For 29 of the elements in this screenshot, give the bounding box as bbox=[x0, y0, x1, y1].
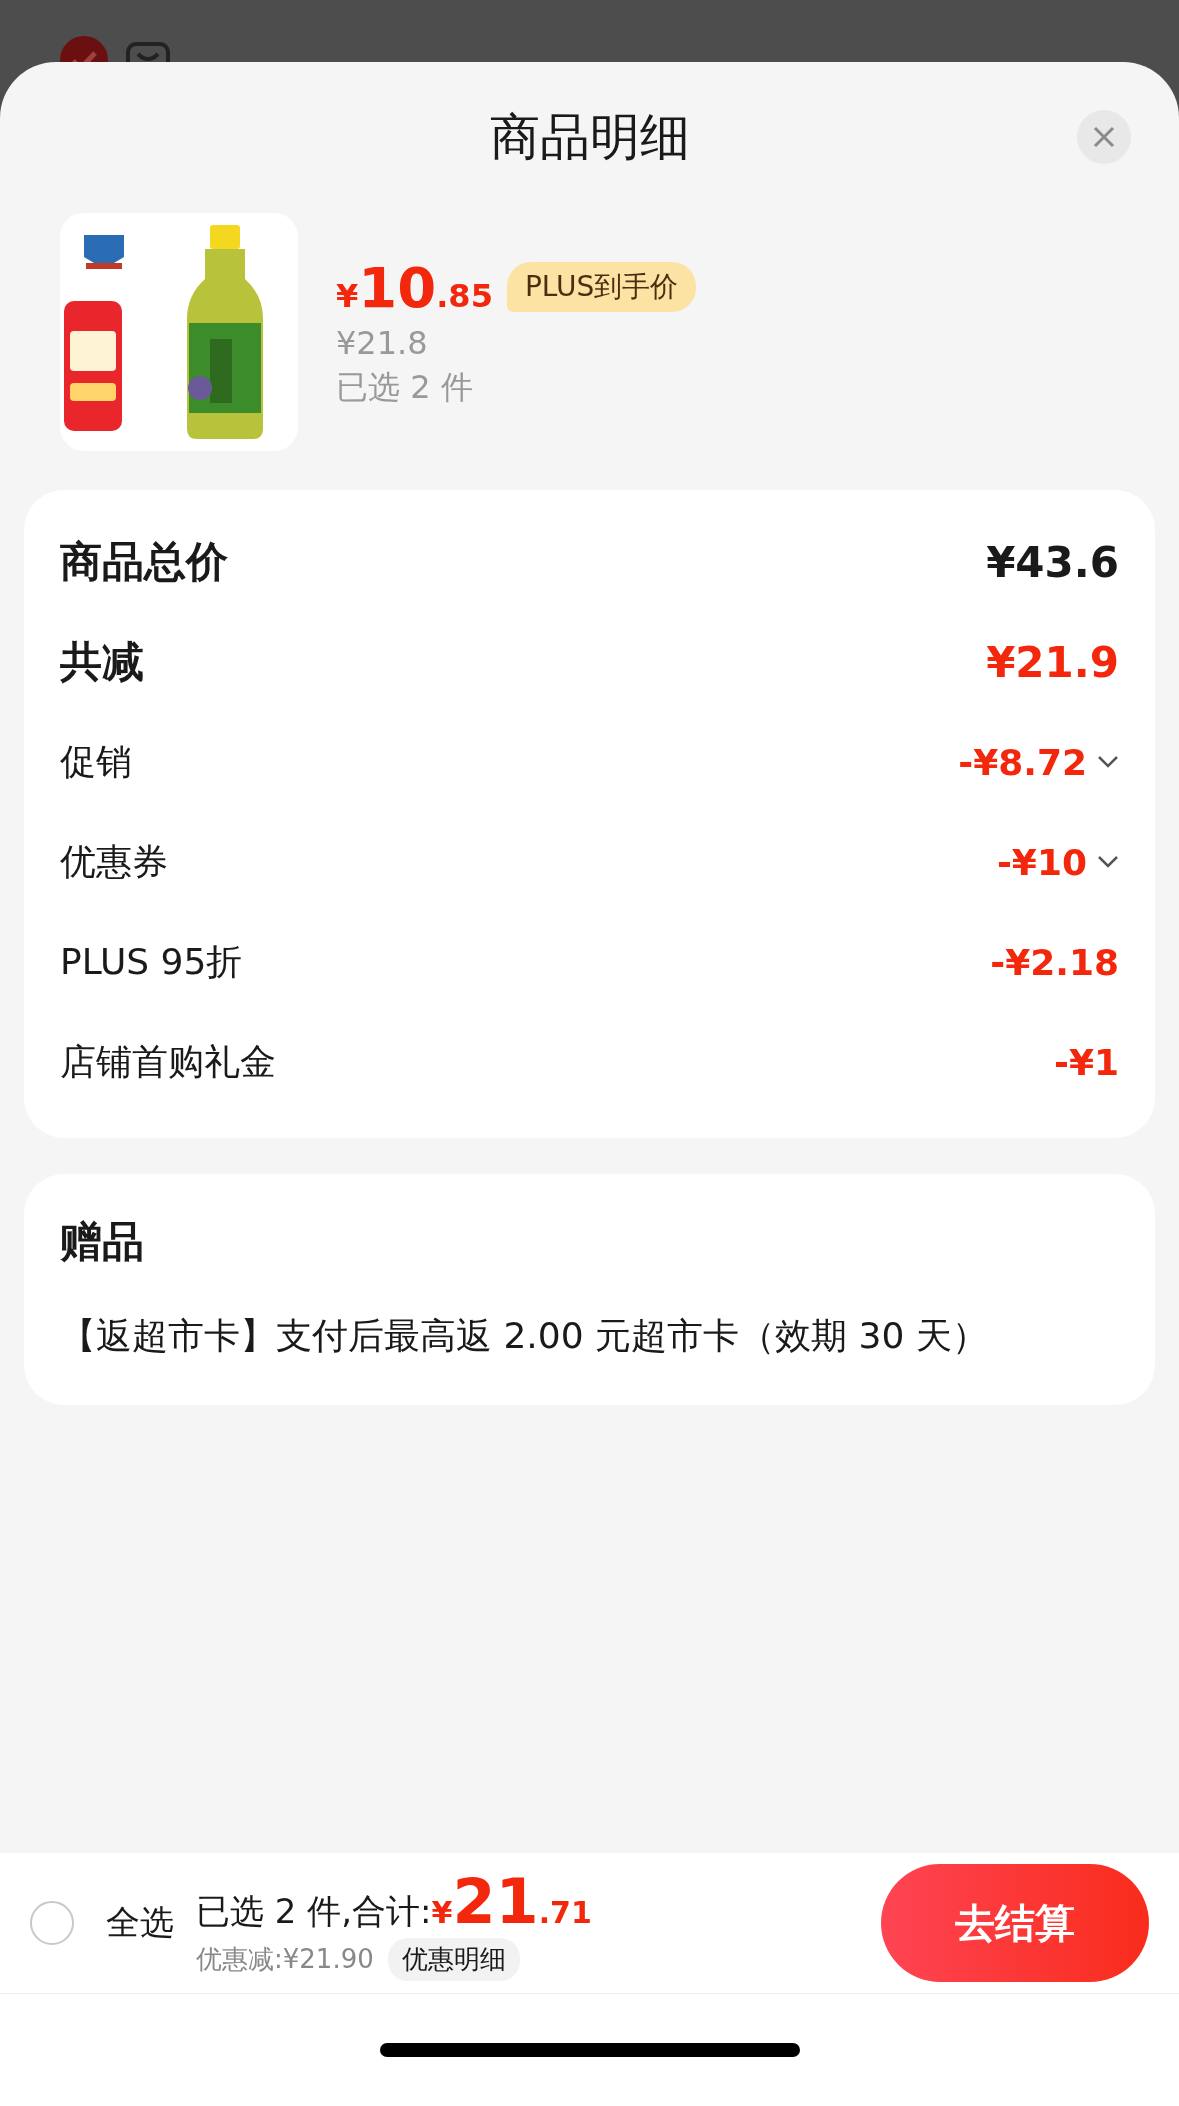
savings-text: 优惠减:¥21.90 bbox=[196, 1943, 374, 1976]
sheet-title: 商品明细 bbox=[489, 106, 690, 168]
chevron-down-icon[interactable] bbox=[1097, 855, 1119, 869]
discount-details-button[interactable]: 优惠明细 bbox=[387, 1938, 520, 1981]
summary-label: 共减 bbox=[60, 636, 144, 688]
plus-price-badge: PLUS到手价 bbox=[506, 262, 697, 312]
select-all-radio[interactable] bbox=[30, 1901, 74, 1945]
selected-count: 已选 2 件 bbox=[336, 366, 474, 408]
select-all-label[interactable]: 全选 bbox=[106, 1900, 174, 1946]
original-price: ¥21.8 bbox=[336, 323, 429, 362]
gift-title: 赠品 bbox=[60, 1216, 145, 1268]
product-price: ¥10.85 bbox=[336, 254, 493, 320]
chevron-down-icon[interactable] bbox=[1097, 755, 1119, 769]
total-price: ¥21.71 bbox=[431, 1865, 592, 1938]
summary-label: 商品总价 bbox=[60, 536, 228, 588]
summary-amount: ¥21.9 bbox=[986, 637, 1119, 687]
summary-label: PLUS 95折 bbox=[60, 939, 243, 984]
summary-amount: -¥2.18 bbox=[990, 941, 1119, 983]
summary-amount: -¥8.72 bbox=[958, 741, 1087, 783]
gift-description: 【返超市卡】支付后最高返 2.00 元超市卡（效期 30 天） bbox=[60, 1314, 989, 1358]
total-label: 已选 2 件,合计: bbox=[196, 1890, 432, 1933]
summary-label: 促销 bbox=[60, 739, 132, 784]
checkout-button[interactable]: 去结算 bbox=[881, 1864, 1149, 1982]
summary-label: 优惠券 bbox=[60, 839, 168, 884]
summary-amount: -¥1 bbox=[1053, 1041, 1119, 1083]
close-icon[interactable] bbox=[1077, 110, 1131, 164]
summary-label: 店铺首购礼金 bbox=[60, 1039, 276, 1084]
summary-amount: ¥43.6 bbox=[986, 537, 1119, 587]
summary-amount: -¥10 bbox=[996, 841, 1087, 883]
